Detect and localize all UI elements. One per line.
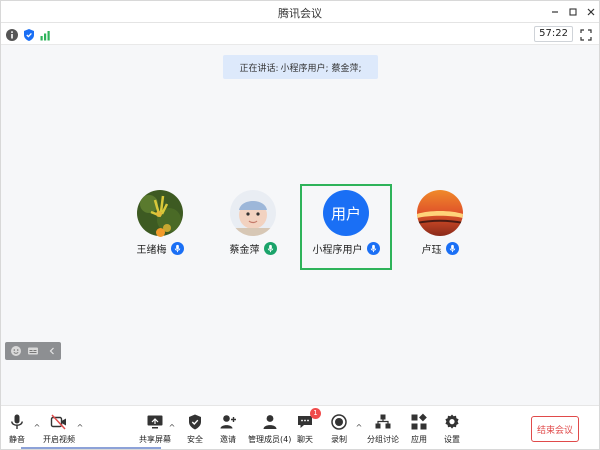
close-button[interactable] [583, 4, 599, 20]
end-meeting-button[interactable]: 结束会议 [531, 416, 579, 442]
share-screen-icon [145, 412, 165, 432]
members-icon [260, 412, 280, 432]
fullscreen-icon [580, 29, 592, 41]
share-screen-button[interactable]: 共享屏幕 [139, 412, 171, 448]
video-options-chevron-icon[interactable]: ^ [76, 424, 84, 432]
mic-icon [445, 242, 459, 255]
collapse-icon[interactable] [45, 344, 59, 358]
security-button[interactable]: 安全 [185, 412, 205, 448]
security-label: 安全 [187, 435, 203, 444]
shield-icon [185, 412, 205, 432]
title-bar: 腾讯会议 [1, 1, 599, 23]
mic-icon [263, 242, 277, 255]
chat-label: 聊天 [297, 435, 313, 444]
meeting-toolbar: 静音 ^ 开启视频 ^ 共享屏幕 ^ 安全 邀请 管理成员(4) 1 聊天 录制… [1, 405, 599, 449]
avatar-baby-image [230, 190, 276, 236]
manage-members-button[interactable]: 管理成员(4) [248, 412, 291, 448]
speaking-indicator: 正在讲话: 小程序用户; 蔡金萍; [223, 55, 378, 79]
gear-icon [442, 412, 462, 432]
settings-label: 设置 [444, 435, 460, 444]
breakout-rooms-icon [373, 412, 393, 432]
info-icon[interactable] [5, 27, 19, 41]
add-user-icon [218, 412, 238, 432]
chat-button[interactable]: 1 聊天 [295, 408, 321, 448]
share-label: 共享屏幕 [139, 435, 171, 444]
record-label: 录制 [331, 435, 347, 444]
members-label: 管理成员(4) [248, 435, 292, 444]
host-badge-icon [156, 228, 165, 237]
signal-icon[interactable] [39, 27, 53, 41]
speaking-prefix: 正在讲话: [239, 63, 279, 74]
meeting-timer: 57:22 [534, 26, 573, 42]
mute-button[interactable]: 静音 [7, 412, 27, 448]
mic-icon [366, 242, 380, 255]
maximize-button[interactable] [565, 4, 581, 20]
chat-unread-badge: 1 [310, 408, 321, 419]
participant-tile[interactable]: 卢珏 [394, 184, 486, 270]
underlying-window-edge [21, 447, 161, 449]
start-video-button[interactable]: 开启视频 [43, 412, 75, 448]
mute-options-chevron-icon[interactable]: ^ [33, 424, 41, 432]
microphone-icon [7, 412, 27, 432]
participant-tile[interactable]: 蔡金萍 [207, 184, 299, 270]
participant-tile-active[interactable]: 用户 小程序用户 [300, 184, 392, 270]
record-button[interactable]: 录制 [329, 412, 349, 448]
maximize-icon [569, 8, 577, 16]
participant-name: 卢珏 [421, 245, 442, 256]
avatar [417, 190, 463, 236]
record-icon [329, 412, 349, 432]
avatar: 用户 [323, 190, 369, 236]
floating-controls [5, 342, 61, 360]
breakout-label: 分组讨论 [367, 435, 399, 444]
close-icon [587, 8, 595, 16]
apps-icon [409, 412, 429, 432]
breakout-rooms-button[interactable]: 分组讨论 [367, 412, 399, 448]
apps-button[interactable]: 应用 [409, 412, 429, 448]
emoji-icon[interactable] [9, 344, 23, 358]
invite-button[interactable]: 邀请 [218, 412, 238, 448]
speaking-names: 小程序用户; 蔡金萍; [280, 63, 362, 74]
invite-label: 邀请 [220, 435, 236, 444]
subtitle-icon[interactable] [26, 344, 40, 358]
record-options-chevron-icon[interactable]: ^ [355, 424, 363, 432]
mute-label: 静音 [9, 435, 25, 444]
share-options-chevron-icon[interactable]: ^ [168, 424, 176, 432]
participant-tile[interactable]: 王绪梅 [114, 184, 206, 270]
video-off-icon [49, 412, 69, 432]
window-title: 腾讯会议 [278, 7, 322, 20]
mic-icon [170, 242, 184, 255]
avatar [230, 190, 276, 236]
apps-label: 应用 [411, 435, 427, 444]
participant-name: 王绪梅 [136, 245, 167, 256]
chat-icon: 1 [295, 408, 321, 432]
minimize-button[interactable] [547, 4, 563, 20]
minimize-icon [552, 11, 558, 13]
meeting-window: 腾讯会议 57:22 正在讲话: 小程序用户; 蔡金萍; 王绪梅 蔡金萍 用户 … [0, 0, 600, 450]
participant-name: 小程序用户 [312, 245, 363, 256]
avatar-sunset-image [417, 190, 463, 236]
shield-icon[interactable] [22, 27, 36, 41]
participant-name: 蔡金萍 [229, 245, 260, 256]
fullscreen-button[interactable] [579, 27, 593, 41]
status-bar: 57:22 [1, 23, 599, 45]
settings-button[interactable]: 设置 [442, 412, 462, 448]
video-label: 开启视频 [43, 435, 75, 444]
